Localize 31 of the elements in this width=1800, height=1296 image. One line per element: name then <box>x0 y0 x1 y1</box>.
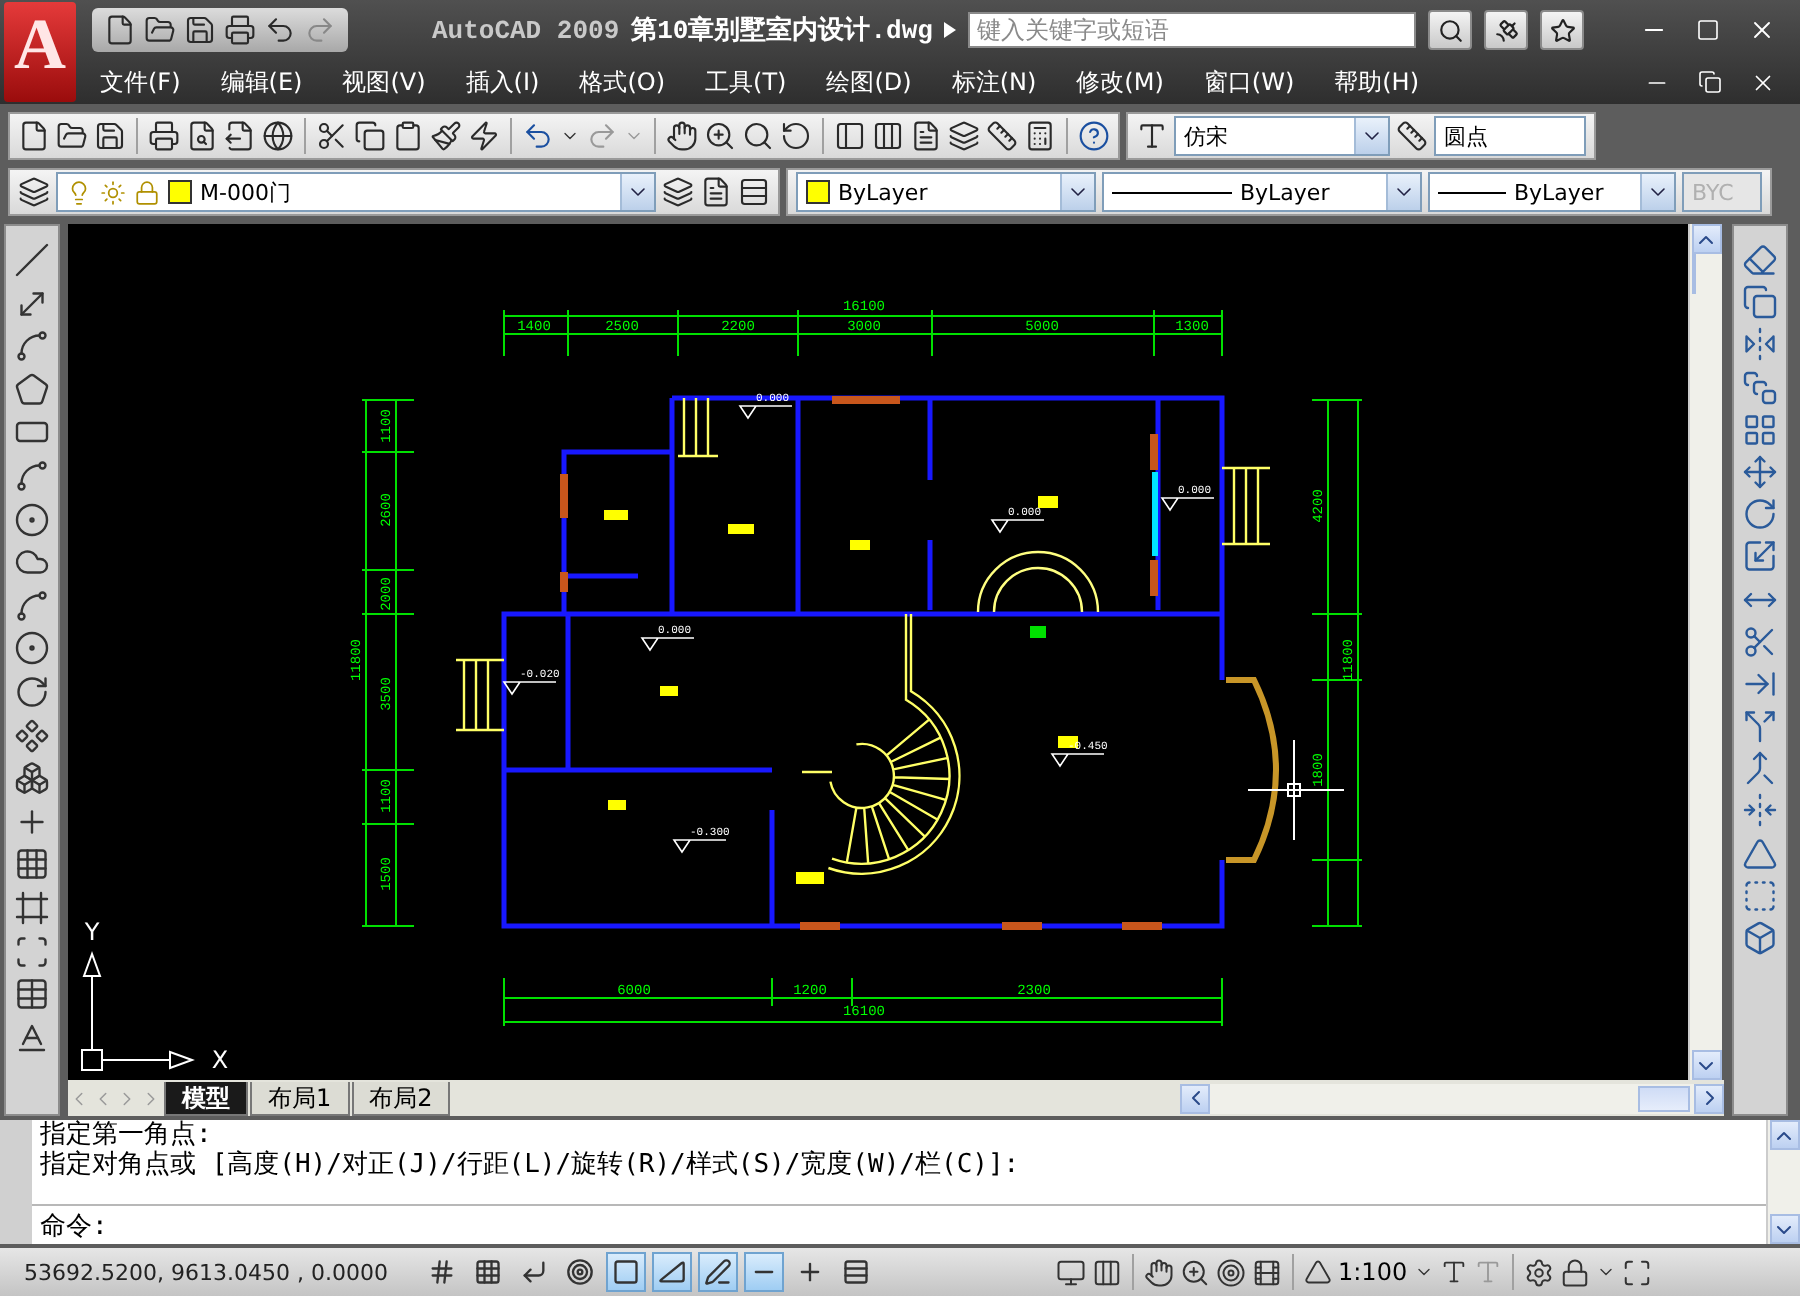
command-prompt: 命令: <box>38 1209 108 1243</box>
axis-label: X <box>211 1046 229 1074</box>
menu-item[interactable]: 工具(T) <box>685 65 807 99</box>
app-logo[interactable]: A <box>4 2 76 102</box>
command-history-line: 指定第一角点: <box>38 1120 214 1150</box>
axis-label: Y <box>84 918 100 946</box>
menu-item[interactable]: 视图(V) <box>322 65 446 99</box>
menu-item[interactable]: 窗口(W) <box>1183 65 1315 99</box>
layout-tab[interactable]: 模型 <box>164 1081 248 1115</box>
color-dropdown[interactable]: ByLayer <box>796 172 1096 212</box>
command-history-line: 指定对角点或 [高度(H)/对正(J)/行距(L)/旋转(R)/样式(S)/宽度(W)/栏(C)]: <box>38 1150 1022 1180</box>
lineweight-dropdown[interactable]: ByLayer <box>1428 172 1676 212</box>
menu-item[interactable]: 插入(I) <box>445 65 560 99</box>
menu-item[interactable]: 标注(N) <box>931 65 1057 99</box>
annotation-scale[interactable]: 1:100 <box>1338 1258 1408 1286</box>
search-field[interactable]: 键入关键字或短语 <box>968 12 1417 48</box>
text-style-dropdown[interactable]: 仿宋 <box>1174 116 1390 156</box>
layer-dropdown[interactable]: M-000门 <box>56 172 656 212</box>
layout-tab[interactable]: 布局2 <box>351 1081 451 1115</box>
menu-item[interactable]: 格式(O) <box>559 65 686 99</box>
document-title: 第10章别墅室内设计.dwg <box>631 13 933 48</box>
layout-tab[interactable]: 布局1 <box>250 1081 350 1115</box>
menu-item[interactable]: 编辑(E) <box>200 65 323 99</box>
menu-item[interactable]: 修改(M) <box>1056 65 1184 99</box>
linetype-dropdown[interactable]: ByLayer <box>1102 172 1422 212</box>
coordinates-readout: 53692.5200, 9613.0450 , 0.0000 <box>22 1259 390 1285</box>
menu-item[interactable]: 文件(F) <box>80 65 201 99</box>
app-title: AutoCAD 2009 <box>432 15 620 45</box>
menu-item[interactable]: 绘图(D) <box>806 65 932 99</box>
dim-style-dropdown[interactable]: 圆点 <box>1434 116 1586 156</box>
menu-item[interactable]: 帮助(H) <box>1314 65 1440 99</box>
